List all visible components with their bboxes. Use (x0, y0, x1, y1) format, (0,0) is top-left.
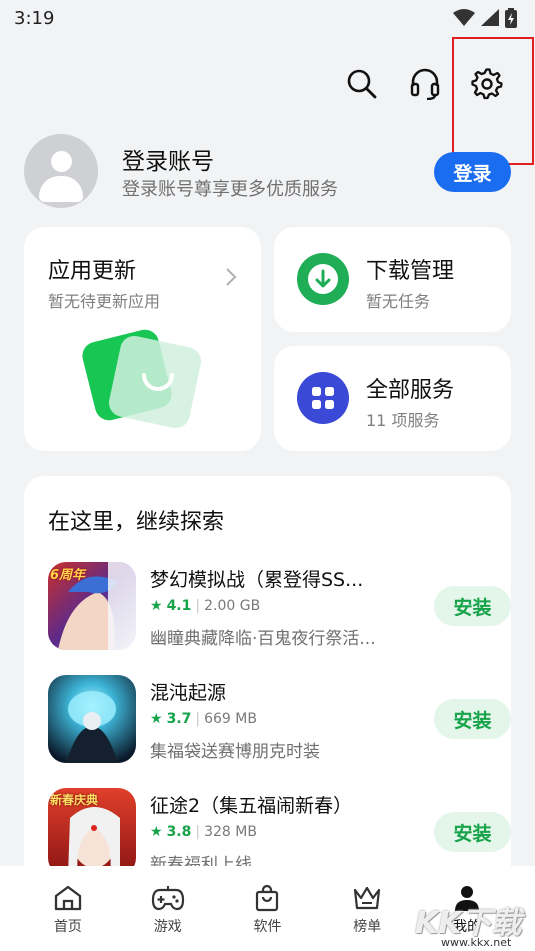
star-icon: ★ (150, 824, 163, 840)
star-icon: ★ (150, 711, 163, 727)
install-button[interactable]: 安装 (434, 699, 511, 739)
app-rating: 4.1 (166, 598, 192, 614)
app-size: 328 MB (204, 824, 257, 840)
nav-label: 软件 (253, 919, 282, 935)
nav-item-rankings[interactable]: 榜单 (327, 866, 407, 951)
app-name: 梦幻模拟战（累登得SS... (150, 569, 364, 591)
signal-icon (481, 9, 499, 26)
customer-service-button[interactable] (405, 64, 445, 104)
app-update-subtitle: 暂无待更新应用 (48, 292, 161, 311)
profile-subtitle: 登录账号尊享更多优质服务 (122, 179, 338, 200)
all-services-card[interactable]: 全部服务 11 项服务 (274, 346, 511, 451)
search-icon (347, 69, 377, 99)
download-manager-title: 下载管理 (366, 259, 455, 284)
watermark: KK下载 www.kkx.net (415, 898, 535, 951)
chevron-right-icon (226, 268, 237, 286)
crown-icon (354, 886, 381, 910)
nav-label: 首页 (53, 919, 82, 935)
profile-title[interactable]: 登录账号 (122, 142, 214, 176)
all-services-title: 全部服务 (366, 378, 455, 403)
download-manager-subtitle: 暂无任务 (366, 292, 431, 311)
headset-icon (410, 68, 440, 100)
gamepad-icon (151, 886, 184, 911)
app-description: 幽瞳典藏降临·百鬼夜行祭活... (150, 629, 376, 649)
search-button[interactable] (342, 64, 382, 104)
app-meta: ★ 4.1 | 2.00 GB (150, 598, 261, 614)
download-manager-card[interactable]: 下载管理 暂无任务 (274, 227, 511, 332)
download-icon (297, 253, 349, 305)
app-meta: ★ 3.8 | 328 MB (150, 824, 257, 840)
app-name: 征途2（集五福闹新春） (150, 795, 353, 817)
profile-section: 登录账号 登录账号尊享更多优质服务 登录 (24, 132, 514, 212)
app-name: 混沌起源 (150, 682, 227, 704)
all-services-subtitle: 11 项服务 (366, 411, 440, 430)
status-bar: 3:19 (0, 0, 535, 36)
wifi-icon (453, 9, 475, 26)
login-button[interactable]: 登录 (434, 152, 511, 192)
install-button[interactable]: 安装 (434, 586, 511, 626)
app-icon[interactable]: 6周年 (48, 562, 136, 650)
app-update-title: 应用更新 (48, 259, 137, 284)
grid-icon (297, 372, 349, 424)
status-time: 3:19 (14, 7, 55, 29)
app-icon[interactable] (48, 675, 136, 763)
app-badge: 6周年 (50, 568, 86, 583)
app-badge: 新春庆典 (50, 793, 99, 807)
list-item[interactable]: 6周年 梦幻模拟战（累登得SS... ★ 4.1 | 2.00 GB 幽瞳典藏降… (48, 562, 511, 652)
battery-icon (505, 8, 517, 28)
home-icon (54, 885, 82, 911)
install-button[interactable]: 安装 (434, 812, 511, 852)
list-item[interactable]: 混沌起源 ★ 3.7 | 669 MB 集福袋送赛博朋克时装 安装 (48, 675, 511, 765)
app-description: 集福袋送赛博朋克时装 (150, 742, 320, 762)
app-meta: ★ 3.7 | 669 MB (150, 711, 257, 727)
nav-item-home[interactable]: 首页 (28, 866, 108, 951)
app-icon[interactable]: 新春庆典 (48, 788, 136, 876)
list-item[interactable]: 新春庆典 征途2（集五福闹新春） ★ 3.8 | 328 MB 新春福利上线 安… (48, 788, 511, 878)
app-size: 2.00 GB (204, 598, 261, 614)
status-icons (453, 8, 517, 28)
app-rating: 3.7 (166, 711, 192, 727)
nav-label: 游戏 (153, 919, 182, 935)
nav-label: 榜单 (353, 919, 382, 935)
app-rating: 3.8 (166, 824, 192, 840)
nav-item-games[interactable]: 游戏 (128, 866, 208, 951)
shopping-bag-icon (256, 884, 279, 912)
explore-title: 在这里，继续探索 (48, 510, 225, 535)
app-size: 669 MB (204, 711, 257, 727)
star-icon: ★ (150, 598, 163, 614)
avatar[interactable] (24, 134, 98, 208)
watermark-url: www.kkx.net (441, 936, 512, 949)
app-update-card[interactable]: 应用更新 暂无待更新应用 (24, 227, 261, 451)
nav-item-software[interactable]: 软件 (227, 866, 307, 951)
app-update-illustration (79, 326, 212, 431)
explore-section: 在这里，继续探索 6周年 梦幻模拟战（累登得SS... ★ 4.1 | 2.00… (24, 476, 511, 896)
